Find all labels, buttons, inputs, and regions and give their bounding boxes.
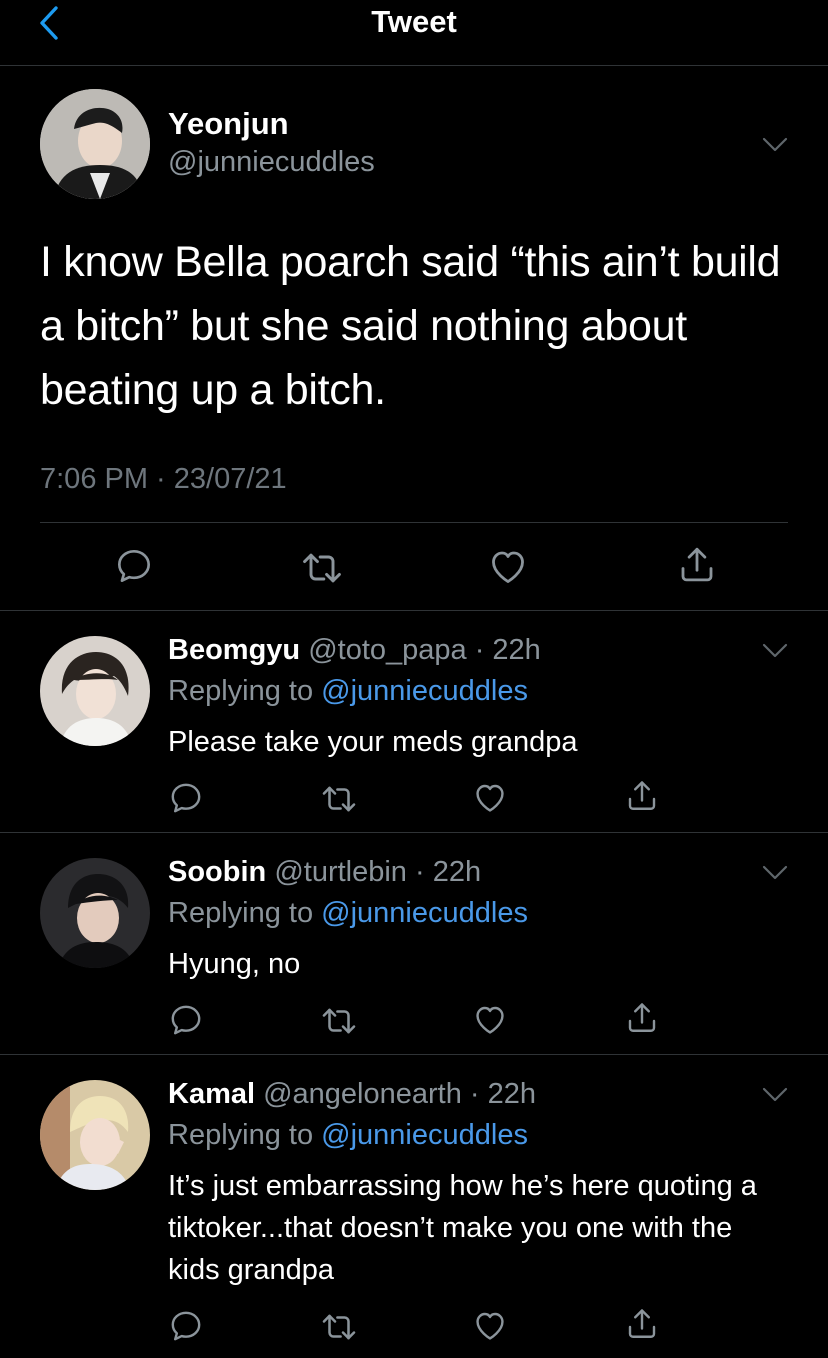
share-button[interactable] xyxy=(624,1306,660,1342)
reply-author-name[interactable]: Kamal xyxy=(168,1078,255,1110)
mention-link[interactable]: @junniecuddles xyxy=(321,1119,528,1151)
reply-text: Please take your meds grandpa xyxy=(168,726,578,758)
like-icon xyxy=(472,1308,508,1344)
reply-icon xyxy=(114,546,154,586)
divider xyxy=(0,610,828,611)
replying-to-line: Replying to @junniecuddles xyxy=(168,674,528,708)
share-button[interactable] xyxy=(676,544,718,586)
tweet-menu-button[interactable] xyxy=(762,642,788,660)
chevron-down-icon xyxy=(762,642,788,660)
mention-link[interactable]: @junniecuddles xyxy=(321,897,528,929)
avatar[interactable] xyxy=(40,1080,150,1190)
like-button[interactable] xyxy=(487,546,529,588)
chevron-down-icon xyxy=(762,1086,788,1104)
like-button[interactable] xyxy=(472,1308,508,1344)
like-icon xyxy=(472,780,508,816)
tweet-menu-button[interactable] xyxy=(762,1086,788,1104)
divider xyxy=(0,1054,828,1055)
replying-to-label: Replying to xyxy=(168,675,322,707)
divider xyxy=(40,522,788,523)
reply-handle-time[interactable]: @turtlebin · 22h xyxy=(274,856,481,888)
like-icon xyxy=(472,1002,508,1038)
like-icon xyxy=(487,546,529,588)
reply-icon xyxy=(168,1002,204,1038)
retweet-icon xyxy=(320,1308,358,1346)
retweet-icon xyxy=(320,1002,358,1040)
retweet-icon xyxy=(320,780,358,818)
chevron-down-icon xyxy=(762,864,788,882)
retweet-button[interactable] xyxy=(320,780,358,818)
reply-button[interactable] xyxy=(168,780,204,816)
retweet-button[interactable] xyxy=(320,1002,358,1040)
replying-to-label: Replying to xyxy=(168,897,322,929)
reply-handle-time[interactable]: @angelonearth · 22h xyxy=(263,1078,536,1110)
tweet-timestamp[interactable]: 7:06 PM · 23/07/21 xyxy=(40,461,287,497)
mention-link[interactable]: @junniecuddles xyxy=(321,675,528,707)
replying-to-label: Replying to xyxy=(168,1119,322,1151)
share-button[interactable] xyxy=(624,778,660,814)
share-icon xyxy=(676,544,718,586)
reply-button[interactable] xyxy=(114,546,154,586)
avatar[interactable] xyxy=(40,858,150,968)
divider xyxy=(0,832,828,833)
reply-header: Kamal @angelonearth · 22h xyxy=(168,1077,536,1111)
share-icon xyxy=(624,1306,660,1342)
reply-text: Hyung, no xyxy=(168,948,301,980)
tweet-text: I know Bella poarch said “this ain’t bui… xyxy=(40,238,781,414)
share-icon xyxy=(624,778,660,814)
tweet-menu-button[interactable] xyxy=(762,864,788,882)
reply-button[interactable] xyxy=(168,1002,204,1038)
avatar[interactable] xyxy=(40,89,150,199)
tweet-menu-button[interactable] xyxy=(762,136,788,154)
chevron-down-icon xyxy=(762,136,788,154)
like-button[interactable] xyxy=(472,1002,508,1038)
reply-icon xyxy=(168,780,204,816)
share-button[interactable] xyxy=(624,1000,660,1036)
page-title: Tweet xyxy=(371,4,457,39)
reply-header: Soobin @turtlebin · 22h xyxy=(168,855,481,889)
reply-icon xyxy=(168,1308,204,1344)
reply-handle-time[interactable]: @toto_papa · 22h xyxy=(308,634,541,666)
like-button[interactable] xyxy=(472,780,508,816)
author-name[interactable]: Yeonjun xyxy=(168,106,289,142)
reply-button[interactable] xyxy=(168,1308,204,1344)
retweet-button[interactable] xyxy=(320,1308,358,1346)
reply-author-name[interactable]: Soobin xyxy=(168,856,266,888)
replying-to-line: Replying to @junniecuddles xyxy=(168,896,528,930)
reply-header: Beomgyu @toto_papa · 22h xyxy=(168,633,541,667)
retweet-button[interactable] xyxy=(300,546,344,590)
reply-author-name[interactable]: Beomgyu xyxy=(168,634,300,666)
author-handle[interactable]: @junniecuddles xyxy=(168,145,375,179)
replying-to-line: Replying to @junniecuddles xyxy=(168,1118,528,1152)
share-icon xyxy=(624,1000,660,1036)
avatar[interactable] xyxy=(40,636,150,746)
retweet-icon xyxy=(300,546,344,590)
reply-text: It’s just embarrassing how he’s here quo… xyxy=(168,1170,757,1286)
